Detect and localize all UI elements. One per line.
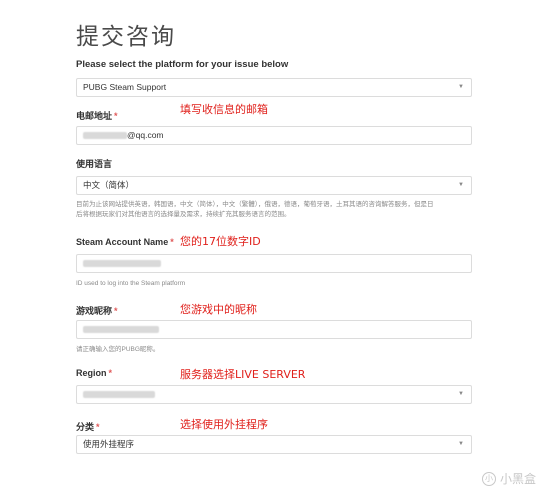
chevron-down-icon: ▼	[458, 182, 464, 188]
nickname-label: 游戏昵称 *	[76, 306, 118, 316]
region-annotation: 服务器选择LIVE SERVER	[180, 368, 306, 381]
nickname-input[interactable]	[76, 320, 472, 339]
language-select[interactable]: 中文（简体） ▼	[76, 176, 472, 195]
steam-account-input[interactable]	[76, 254, 472, 273]
chevron-down-icon: ▼	[458, 441, 464, 447]
page-title: 提交咨询	[76, 24, 176, 50]
email-value-suffix: @qq.com	[127, 130, 164, 140]
steam-account-label: Steam Account Name *	[76, 237, 174, 247]
category-label: 分类 *	[76, 422, 100, 432]
platform-intro: Please select the platform for your issu…	[76, 59, 289, 70]
nickname-hint: 请正确输入您的PUBG昵称。	[76, 346, 160, 353]
category-select[interactable]: 使用外挂程序 ▼	[76, 435, 472, 454]
steam-account-hint: ID used to log into the Steam platform	[76, 280, 186, 287]
language-label: 使用语言	[76, 159, 113, 169]
email-annotation: 填写收信息的邮箱	[180, 103, 268, 116]
steam-account-annotation: 您的17位数字ID	[180, 235, 261, 248]
email-redacted-prefix	[83, 132, 127, 140]
language-hint: 目前为止该网站提供英语，韩国语，中文（简体），中文（繁體），俄语，德语，葡萄牙语…	[76, 201, 434, 218]
category-annotation: 选择使用外挂程序	[180, 418, 268, 431]
watermark-logo-icon: 小	[481, 471, 496, 486]
region-redacted-value	[83, 391, 155, 399]
category-selected-value: 使用外挂程序	[83, 439, 135, 449]
platform-select[interactable]: PUBG Steam Support ▼	[76, 78, 472, 97]
region-label: Region *	[76, 368, 113, 378]
platform-selected-value: PUBG Steam Support	[83, 82, 167, 92]
watermark: 小 小黑盒	[481, 470, 536, 487]
region-select[interactable]: ▼	[76, 385, 472, 404]
nickname-redacted-value	[83, 326, 159, 334]
language-selected-value: 中文（简体）	[83, 180, 135, 190]
chevron-down-icon: ▼	[458, 84, 464, 90]
chevron-down-icon: ▼	[458, 391, 464, 397]
steam-account-redacted-value	[83, 260, 161, 268]
nickname-annotation: 您游戏中的昵称	[180, 303, 257, 316]
email-field[interactable]: @qq.com	[76, 126, 472, 145]
watermark-text: 小黑盒	[499, 472, 536, 486]
email-label: 电邮地址 *	[76, 111, 118, 121]
